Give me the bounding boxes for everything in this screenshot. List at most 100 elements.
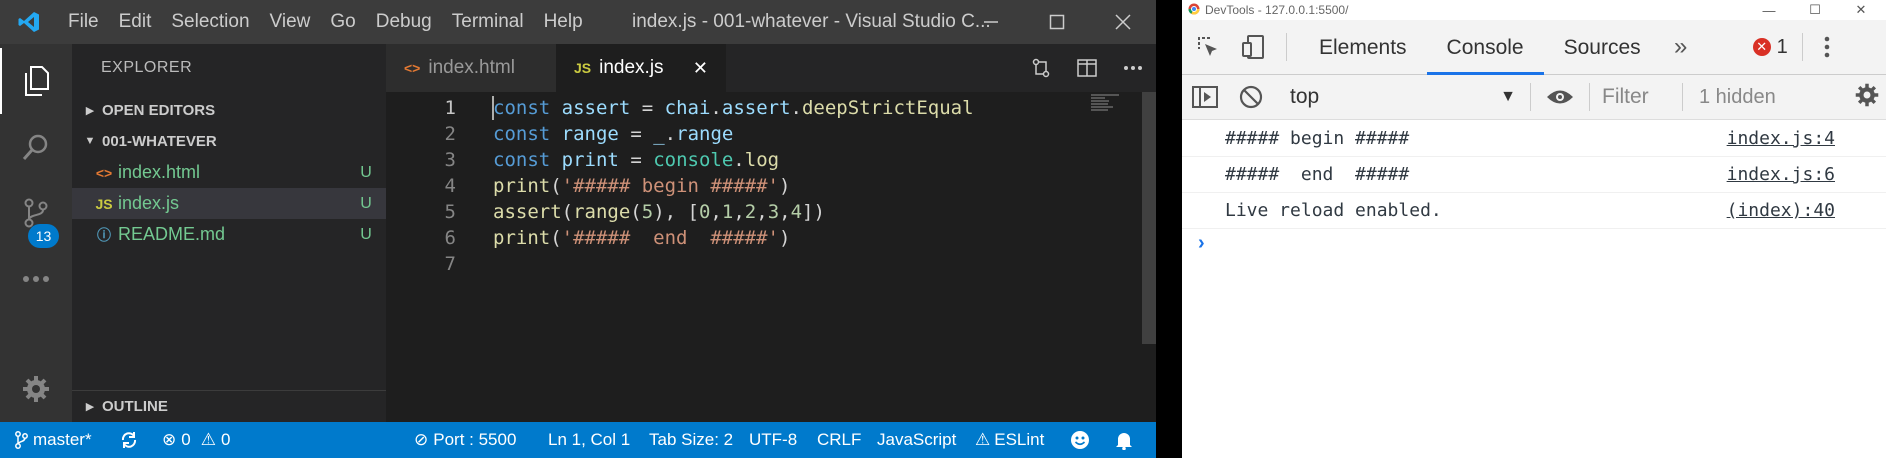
cursor-position[interactable]: Ln 1, Col 1 <box>548 422 630 458</box>
message-text: ##### begin ##### <box>1225 128 1410 149</box>
code-editor[interactable]: 1 const assert = chai.assert.deepStrictEq… <box>386 92 1156 422</box>
open-editors-section[interactable]: ▶ OPEN EDITORS <box>72 94 386 126</box>
branch-status[interactable]: master* <box>14 422 92 458</box>
problems-status[interactable]: ⊗ 0 ⚠ 0 <box>162 422 230 458</box>
window-gap <box>1156 0 1182 458</box>
explorer-title: EXPLORER <box>101 59 193 76</box>
split-editor-icon[interactable] <box>1064 44 1110 92</box>
eslint-status[interactable]: ⚠ ESLint <box>975 422 1044 458</box>
minimap[interactable] <box>1091 92 1131 112</box>
encoding[interactable]: UTF-8 <box>749 422 797 458</box>
devtools-titlebar: DevTools - 127.0.0.1:5500/ — ☐ ✕ <box>1182 0 1886 20</box>
vertical-scrollbar[interactable] <box>1142 92 1156 344</box>
menu-edit[interactable]: Edit <box>109 0 162 44</box>
chevron-right-icon: ▶ <box>85 401 95 413</box>
devtools-toolbar: Elements Console Sources » ✕ 1 <box>1182 20 1886 75</box>
toolbar-separator <box>1286 33 1287 61</box>
html-file-icon: <> <box>95 164 113 181</box>
menu-file[interactable]: File <box>58 0 109 44</box>
open-changes-icon[interactable] <box>1018 44 1064 92</box>
message-source-link[interactable]: (index):40 <box>1727 200 1835 221</box>
clear-console-icon[interactable] <box>1228 85 1274 109</box>
activity-bar: 13 <box>0 44 72 422</box>
minimize-button[interactable] <box>958 0 1024 44</box>
more-icon[interactable] <box>0 246 72 312</box>
file-status: U <box>360 225 372 243</box>
editor-area: <> index.html JS index.js ✕ 1 const asse… <box>386 44 1156 422</box>
live-expression-eye-icon[interactable] <box>1531 88 1589 106</box>
explorer-sidebar: EXPLORER ▶ OPEN EDITORS ▼ 001-WHATEVER <… <box>72 44 386 422</box>
search-icon[interactable] <box>0 114 72 180</box>
tab-console[interactable]: Console <box>1426 20 1544 75</box>
maximize-button[interactable] <box>1024 0 1090 44</box>
menu-go[interactable]: Go <box>320 0 365 44</box>
more-actions-icon[interactable] <box>1110 44 1156 92</box>
message-text: Live reload enabled. <box>1225 200 1442 221</box>
git-branch-icon <box>15 431 28 449</box>
settings-gear-icon[interactable] <box>0 356 72 422</box>
maximize-button[interactable]: ☐ <box>1792 0 1838 20</box>
vscode-window: File Edit Selection View Go Debug Termin… <box>0 0 1156 458</box>
menu-selection[interactable]: Selection <box>161 0 259 44</box>
language-mode[interactable]: JavaScript <box>877 422 956 458</box>
folder-label: 001-WHATEVER <box>102 132 217 150</box>
close-window-button[interactable] <box>1090 0 1156 44</box>
warning-count: 0 <box>220 430 231 449</box>
console-message: ##### begin ##### index.js:4 <box>1182 121 1886 157</box>
text-caret <box>492 96 494 120</box>
toolbar-separator <box>1682 83 1683 111</box>
editor-tabs: <> index.html JS index.js ✕ <box>386 44 1156 92</box>
message-source-link[interactable]: index.js:6 <box>1727 164 1835 185</box>
outline-section[interactable]: ▶ OUTLINE <box>72 390 386 422</box>
more-tabs-chevron-icon[interactable]: » <box>1661 33 1701 61</box>
status-bar: master* ⊗ 0 ⚠ 0 ⊘ Port : 5500 Ln 1, Col … <box>0 422 1156 458</box>
file-item-readme[interactable]: ⓘ README.md U <box>72 219 386 250</box>
minimize-button[interactable]: — <box>1746 0 1792 20</box>
menu-help[interactable]: Help <box>534 0 593 44</box>
close-window-button[interactable]: ✕ <box>1838 0 1884 20</box>
tab-elements[interactable]: Elements <box>1299 20 1427 75</box>
device-toolbar-icon[interactable] <box>1234 34 1274 60</box>
error-counter[interactable]: ✕ 1 <box>1752 35 1788 59</box>
filter-input[interactable]: Filter <box>1590 85 1682 109</box>
sync-icon[interactable] <box>120 422 138 458</box>
js-file-icon: JS <box>574 60 592 76</box>
tab-sources[interactable]: Sources <box>1544 20 1661 75</box>
tab-index-js[interactable]: JS index.js ✕ <box>556 44 726 92</box>
menu-view[interactable]: View <box>260 0 321 44</box>
file-name: index.js <box>118 193 180 213</box>
console-prompt-chevron-icon[interactable]: › <box>1198 232 1205 255</box>
file-item-index-html[interactable]: <> index.html U <box>72 157 386 188</box>
feedback-smiley-icon[interactable] <box>1070 422 1090 458</box>
tab-size[interactable]: Tab Size: 2 <box>649 422 733 458</box>
context-selector[interactable]: top ▼ <box>1290 85 1530 109</box>
file-status: U <box>360 163 372 181</box>
message-text: ##### end ##### <box>1225 164 1410 185</box>
close-tab-icon[interactable]: ✕ <box>693 58 708 79</box>
html-file-icon: <> <box>404 60 421 76</box>
live-server-port[interactable]: ⊘ Port : 5500 <box>414 422 516 458</box>
sidebar-toggle-icon[interactable] <box>1182 86 1228 108</box>
folder-section[interactable]: ▼ 001-WHATEVER <box>72 125 386 157</box>
file-name: README.md <box>118 224 226 244</box>
tab-index-html[interactable]: <> index.html <box>386 44 556 92</box>
console-message: Live reload enabled. (index):40 <box>1182 193 1886 229</box>
file-item-index-js[interactable]: JS index.js U <box>72 188 386 219</box>
kebab-menu-icon[interactable] <box>1817 36 1837 58</box>
vscode-logo-icon <box>0 0 58 44</box>
hidden-count[interactable]: 1 hidden <box>1699 86 1776 109</box>
file-status: U <box>360 194 372 212</box>
chrome-logo-icon <box>1188 3 1200 18</box>
line-ending[interactable]: CRLF <box>817 422 861 458</box>
error-count: 1 <box>1776 35 1788 58</box>
eslint-label: ESLint <box>994 430 1045 449</box>
file-name: index.html <box>118 162 201 182</box>
console-settings-gear-icon[interactable] <box>1854 82 1880 113</box>
message-source-link[interactable]: index.js:4 <box>1727 128 1835 149</box>
notifications-bell-icon[interactable] <box>1115 422 1133 458</box>
explorer-icon[interactable] <box>0 48 72 114</box>
menu-debug[interactable]: Debug <box>366 0 442 44</box>
menu-terminal[interactable]: Terminal <box>442 0 534 44</box>
inspect-element-icon[interactable] <box>1182 35 1234 59</box>
tab-label: index.js <box>599 57 664 78</box>
